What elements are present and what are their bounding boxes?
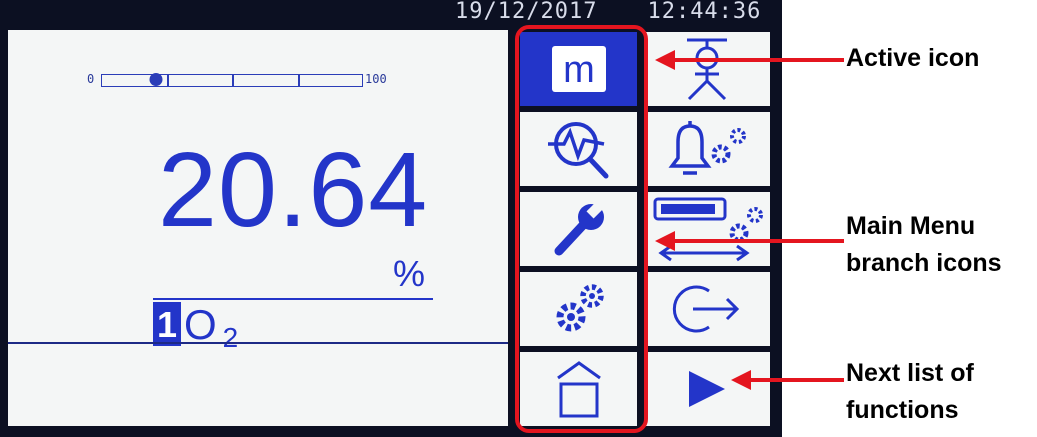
range-tick [167, 75, 169, 86]
next-arrow-icon [689, 371, 725, 407]
date-text: 19/12/2017 [455, 0, 598, 24]
main-menu-label-line2: branch icons [846, 249, 1002, 277]
alarm-settings-icon [668, 121, 746, 175]
channel-number-badge: 1 [153, 302, 181, 346]
logout-tile[interactable] [644, 272, 770, 346]
gas-symbol: O [184, 301, 217, 348]
next-list-arrowhead [731, 370, 751, 390]
active-icon-arrowhead [655, 50, 675, 70]
range-tick [298, 75, 300, 86]
active-icon-label: Active icon [846, 44, 980, 72]
range-marker [149, 73, 163, 86]
range-max-label: 100 [365, 72, 387, 86]
range-track [101, 73, 363, 87]
reading-panel: 0 100 20.64 % 1O2 [8, 30, 508, 426]
gas-name: O2 [184, 301, 239, 354]
date-time-readout: 19/12/2017 12:44:36 [455, 0, 785, 26]
gas-subscript: 2 [222, 322, 239, 353]
active-icon-pointer [672, 58, 844, 62]
range-bar: 0 100 [63, 70, 413, 92]
panel-divider [8, 342, 508, 344]
main-menu-arrowhead [655, 231, 675, 251]
reading-unit: % [393, 253, 426, 294]
main-menu-pointer [672, 239, 844, 243]
reading-underline [153, 298, 433, 300]
output-settings-icon [653, 197, 763, 262]
main-menu-label-line1: Main Menu [846, 212, 976, 240]
reading-value: 20.64 [158, 131, 429, 249]
next-list-pointer [748, 378, 844, 382]
operator-person-icon [687, 38, 727, 101]
channel-label: 1O2 [153, 301, 239, 354]
next-list-label-line1: Next list of [846, 359, 974, 387]
time-text: 12:44:36 [647, 0, 762, 24]
next-list-tile[interactable] [644, 352, 770, 426]
outputs-tile[interactable] [644, 192, 770, 266]
next-list-label-line2: functions [846, 396, 959, 424]
range-tick [232, 75, 234, 86]
range-min-label: 0 [87, 72, 95, 86]
alarm-settings-tile[interactable] [644, 112, 770, 186]
logout-icon [672, 285, 740, 333]
main-menu-highlight-box [515, 25, 648, 433]
